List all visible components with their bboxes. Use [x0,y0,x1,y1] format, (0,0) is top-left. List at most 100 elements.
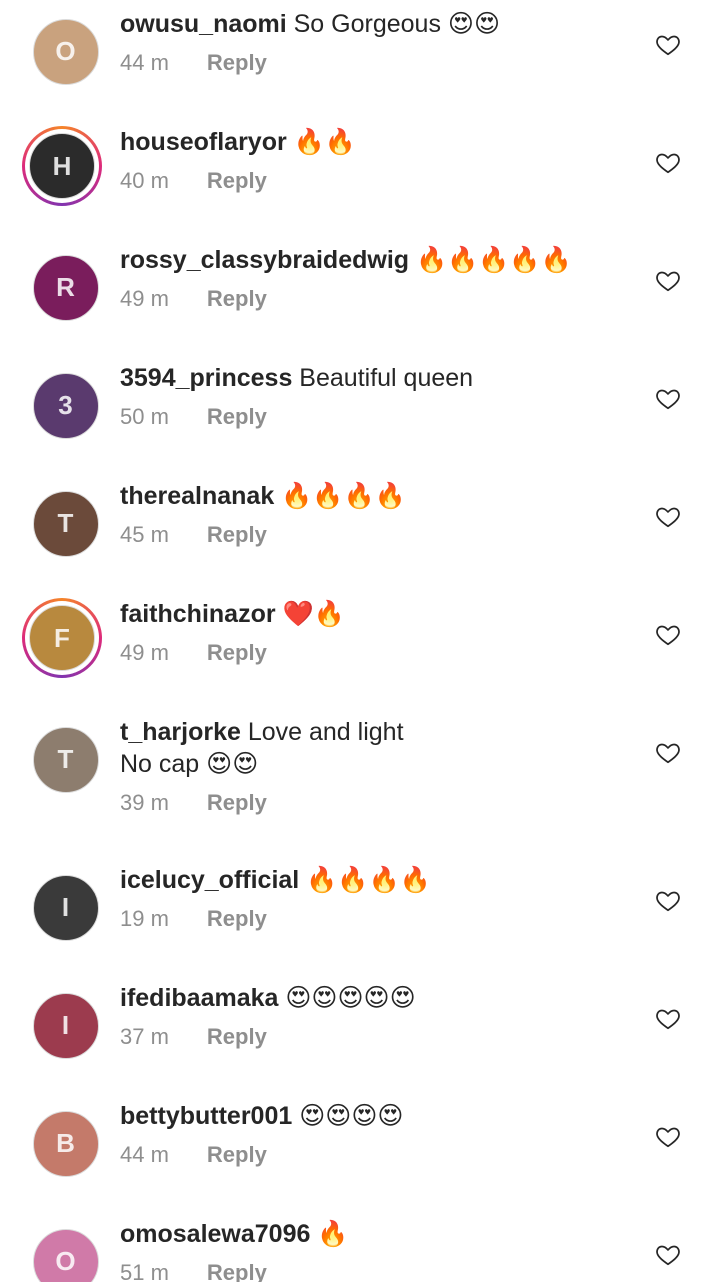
comment-text: t_harjorke Love and light No cap 😍😍 [120,716,640,780]
avatar[interactable]: T [32,490,99,557]
heart-outline-icon[interactable] [655,622,681,648]
comment-username[interactable]: owusu_naomi [120,10,287,38]
comment-time: 39 m [120,790,169,815]
comment-username[interactable]: faithchinazor [120,600,276,628]
reply-button[interactable]: Reply [207,404,267,430]
avatar-container[interactable]: R [22,244,102,324]
comment-time: 51 m [120,1260,169,1282]
comment-username[interactable]: bettybutter001 [120,1102,292,1130]
comment-time: 37 m [120,1024,169,1049]
heart-outline-icon[interactable] [655,386,681,412]
heart-outline-icon[interactable] [655,1006,681,1032]
avatar-container[interactable]: T [22,480,102,560]
comment-meta: 49 m Reply [120,640,640,666]
avatar-container[interactable]: T [22,716,102,796]
comment-meta: 44 m Reply [120,1142,640,1168]
avatar[interactable]: F [29,605,95,671]
comment-username[interactable]: icelucy_official [120,866,299,894]
comment-message: Beautiful queen [292,364,474,392]
reply-button[interactable]: Reply [207,1260,267,1282]
comment-message: ❤️🔥 [275,600,345,628]
comment-text: bettybutter001 😍😍😍😍 [120,1100,640,1132]
comment-body: faithchinazor ❤️🔥 49 m Reply [120,598,640,666]
comment-time: 19 m [120,906,169,931]
comment-text: 3594_princess Beautiful queen [120,362,640,394]
comment-text: faithchinazor ❤️🔥 [120,598,640,630]
avatar[interactable]: R [32,254,99,321]
comment-list: O owusu_naomi So Gorgeous 😍😍 44 m Reply … [0,0,720,1282]
comment-message: 🔥🔥🔥🔥 [299,866,431,894]
comment-message: 🔥🔥🔥🔥🔥 [409,246,572,274]
reply-button[interactable]: Reply [207,1142,267,1168]
comment-meta: 50 m Reply [120,404,640,430]
comment-time: 50 m [120,404,169,429]
avatar-container[interactable]: H [22,126,102,206]
comment-text: ifedibaamaka 😍😍😍😍😍 [120,982,640,1014]
comment-message: 🔥 [310,1220,349,1248]
reply-button[interactable]: Reply [207,1024,267,1050]
comment-message: So Gorgeous 😍😍 [286,10,501,38]
comment-username[interactable]: 3594_princess [120,364,292,392]
comment-body: houseoflaryor 🔥🔥 40 m Reply [120,126,640,194]
comment-time: 40 m [120,168,169,193]
comment-body: bettybutter001 😍😍😍😍 44 m Reply [120,1100,640,1168]
avatar-container[interactable]: I [22,864,102,944]
avatar-container[interactable]: O [22,8,102,88]
comment-text: rossy_classybraidedwig 🔥🔥🔥🔥🔥 [120,244,640,276]
heart-outline-icon[interactable] [655,268,681,294]
avatar[interactable]: T [32,726,99,793]
avatar-container[interactable]: 3 [22,362,102,442]
heart-outline-icon[interactable] [655,32,681,58]
avatar[interactable]: I [32,992,99,1059]
reply-button[interactable]: Reply [207,790,267,816]
heart-outline-icon[interactable] [655,888,681,914]
comment-body: ifedibaamaka 😍😍😍😍😍 37 m Reply [120,982,640,1050]
avatar[interactable]: O [32,18,99,85]
comment-body: t_harjorke Love and light No cap 😍😍 39 m… [120,716,640,816]
comment-username[interactable]: therealnanak [120,482,274,510]
comment-meta: 40 m Reply [120,168,640,194]
comment-username[interactable]: rossy_classybraidedwig [120,246,409,274]
comment-body: 3594_princess Beautiful queen 50 m Reply [120,362,640,430]
reply-button[interactable]: Reply [207,168,267,194]
comment-time: 44 m [120,50,169,75]
comment-time: 49 m [120,286,169,311]
heart-outline-icon[interactable] [655,150,681,176]
comment-meta: 49 m Reply [120,286,640,312]
reply-button[interactable]: Reply [207,286,267,312]
reply-button[interactable]: Reply [207,640,267,666]
comment-text: therealnanak 🔥🔥🔥🔥 [120,480,640,512]
comment-username[interactable]: omosalewa7096 [120,1220,310,1248]
reply-button[interactable]: Reply [207,522,267,548]
avatar-container[interactable]: F [22,598,102,678]
comment-meta: 51 m Reply [120,1260,640,1282]
comment-text: icelucy_official 🔥🔥🔥🔥 [120,864,640,896]
comment-text: owusu_naomi So Gorgeous 😍😍 [120,8,640,40]
avatar-container[interactable]: O [22,1218,102,1282]
avatar[interactable]: H [29,133,95,199]
comment-username[interactable]: houseoflaryor [120,128,287,156]
reply-button[interactable]: Reply [207,50,267,76]
avatar-container[interactable]: B [22,1100,102,1180]
comment-meta: 19 m Reply [120,906,640,932]
comment-time: 44 m [120,1142,169,1167]
comment-time: 49 m [120,640,169,665]
avatar[interactable]: O [32,1228,99,1282]
avatar[interactable]: I [32,874,99,941]
avatar[interactable]: B [32,1110,99,1177]
comment-body: owusu_naomi So Gorgeous 😍😍 44 m Reply [120,8,640,76]
heart-outline-icon[interactable] [655,1242,681,1268]
comment-username[interactable]: t_harjorke [120,718,241,746]
comment-message: 😍😍😍😍 [292,1102,404,1130]
avatar[interactable]: 3 [32,372,99,439]
comment-message: 🔥🔥 [286,128,356,156]
comment-meta: 37 m Reply [120,1024,640,1050]
comment-username[interactable]: ifedibaamaka [120,984,278,1012]
heart-outline-icon[interactable] [655,504,681,530]
avatar-container[interactable]: I [22,982,102,1062]
heart-outline-icon[interactable] [655,740,681,766]
heart-outline-icon[interactable] [655,1124,681,1150]
comment-message: 🔥🔥🔥🔥 [274,482,406,510]
reply-button[interactable]: Reply [207,906,267,932]
comment-message: 😍😍😍😍😍 [278,984,416,1012]
